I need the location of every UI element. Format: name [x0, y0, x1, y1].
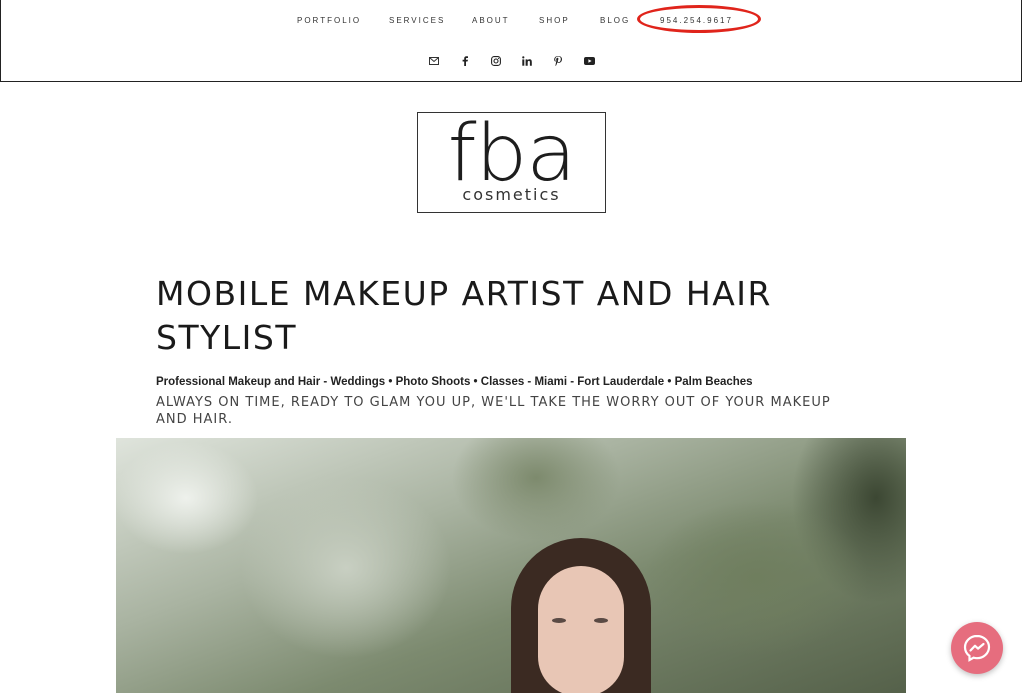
nav-shop[interactable]: SHOP [539, 14, 570, 28]
email-icon[interactable] [428, 55, 440, 67]
logo-subtext: cosmetics [418, 186, 605, 204]
nav-blog[interactable]: BLOG [600, 14, 630, 28]
hero-photo [116, 438, 906, 693]
hero-photo-right-eye [594, 618, 608, 623]
nav-services[interactable]: SERVICES [389, 14, 445, 28]
logo-wordmark: fba [447, 109, 577, 199]
youtube-icon[interactable] [583, 55, 595, 67]
hero-photo-left-eye [552, 618, 566, 623]
services-tagline: Professional Makeup and Hair - Weddings … [156, 376, 753, 388]
page-title: MOBILE MAKEUP ARTIST AND HAIR STYLIST [156, 274, 772, 357]
nav-portfolio[interactable]: PORTFOLIO [297, 14, 361, 28]
messenger-chat-button[interactable] [951, 622, 1003, 674]
messenger-icon [963, 634, 991, 662]
hero-subtitle: ALWAYS ON TIME, READY TO GLAM YOU UP, WE… [156, 395, 831, 427]
main-nav: PORTFOLIO SERVICES ABOUT SHOP BLOG 954.2… [1, 14, 1021, 28]
site-logo[interactable]: fba cosmetics [417, 112, 606, 213]
pinterest-icon[interactable] [552, 55, 564, 67]
linkedin-icon[interactable] [521, 55, 533, 67]
nav-phone[interactable]: 954.254.9617 [660, 14, 733, 28]
nav-about[interactable]: ABOUT [472, 14, 510, 28]
site-header: PORTFOLIO SERVICES ABOUT SHOP BLOG 954.2… [0, 0, 1022, 82]
instagram-icon[interactable] [490, 55, 502, 67]
hero-photo-face [538, 566, 624, 693]
facebook-icon[interactable] [459, 55, 471, 67]
